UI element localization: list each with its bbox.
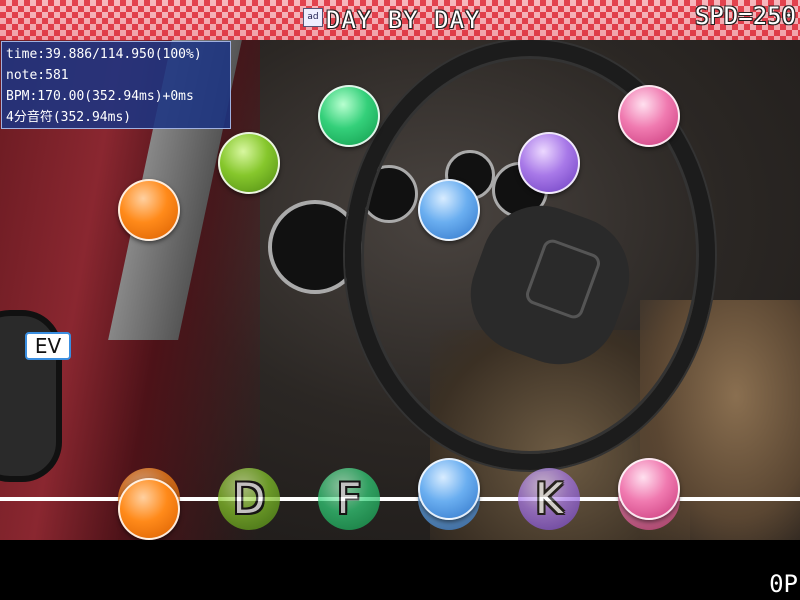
receptor-key-label: K (535, 474, 563, 523)
receptor-lane-2: D (218, 468, 280, 530)
falling-note-lane-2 (218, 132, 280, 194)
bpm-readout: BPM:170.00(352.94ms)+0ms (6, 89, 194, 104)
time-readout: time:39.886/114.950(100%) (6, 47, 202, 62)
receptor-key-label: D (232, 474, 266, 523)
app-icon: ad (303, 8, 323, 27)
hit-note-lane-6 (618, 458, 680, 520)
note-count: note:581 (6, 68, 69, 83)
falling-note-lane-4 (418, 179, 480, 241)
falling-note-lane-3 (318, 85, 380, 147)
info-panel: time:39.886/114.950(100%) note:581 BPM:1… (1, 41, 231, 129)
division-readout: 4分音符(352.94ms) (6, 110, 132, 125)
song-title: DAY BY DAY (326, 6, 481, 34)
hit-note-lane-1 (118, 478, 180, 540)
ev-indicator: EV (25, 332, 71, 360)
speed-indicator: SPD=250 (694, 2, 796, 30)
falling-note-lane-1 (118, 179, 180, 241)
receptor-lane-5: K (518, 468, 580, 530)
receptor-key-label: F (336, 474, 362, 523)
hit-note-lane-4 (418, 458, 480, 520)
falling-note-lane-5 (518, 132, 580, 194)
bottom-bar (0, 540, 800, 600)
score-display: 0P (769, 570, 798, 598)
receptor-lane-3: F (318, 468, 380, 530)
falling-note-lane-6 (618, 85, 680, 147)
